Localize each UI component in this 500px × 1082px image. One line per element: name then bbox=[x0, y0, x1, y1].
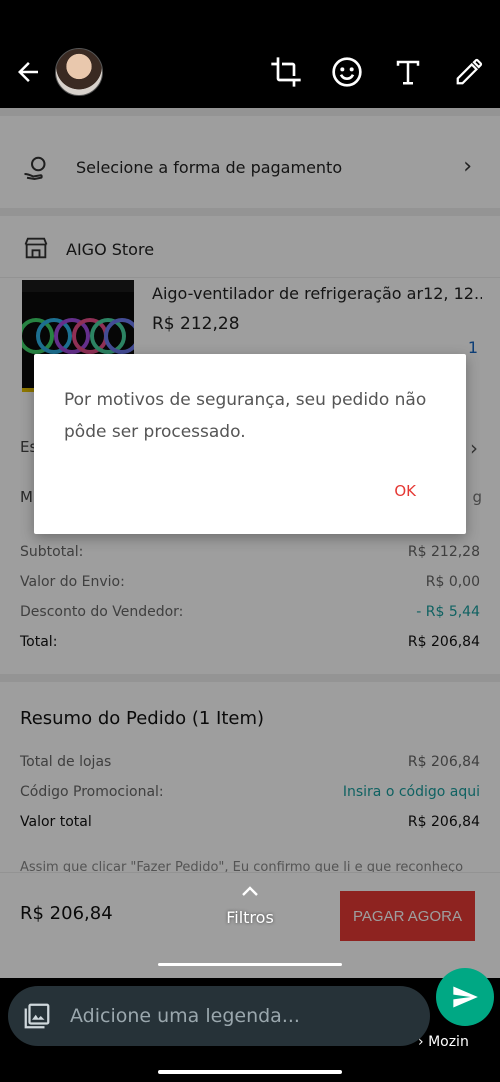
emoji-icon[interactable] bbox=[327, 52, 367, 92]
contact-avatar[interactable] bbox=[55, 48, 103, 96]
text-icon[interactable] bbox=[388, 52, 428, 92]
gallery-icon[interactable] bbox=[22, 1001, 52, 1031]
dialog-message: Por motivos de segurança, seu pedido não… bbox=[64, 390, 427, 442]
filters-button[interactable]: Filtros bbox=[210, 880, 290, 927]
chevron-right-icon: › bbox=[418, 1034, 429, 1050]
editor-toolbar bbox=[0, 0, 500, 108]
caption-input[interactable]: Adicione uma legenda... bbox=[8, 986, 430, 1046]
home-indicator bbox=[158, 1070, 342, 1074]
recipient-name: Mozin bbox=[428, 1034, 469, 1050]
send-button[interactable] bbox=[436, 968, 494, 1026]
error-dialog: Por motivos de segurança, seu pedido não… bbox=[34, 354, 466, 534]
send-icon bbox=[453, 986, 478, 1008]
ok-button[interactable]: OK bbox=[394, 482, 416, 500]
pencil-icon[interactable] bbox=[449, 52, 489, 92]
modal-overlay bbox=[0, 108, 500, 980]
arrow-left-icon[interactable] bbox=[8, 52, 48, 92]
drag-handle bbox=[158, 963, 342, 966]
filters-label: Filtros bbox=[226, 908, 274, 927]
recipient-chip[interactable]: › Mozin bbox=[418, 1034, 469, 1050]
crop-rotate-icon[interactable] bbox=[266, 52, 306, 92]
chevron-up-icon bbox=[210, 880, 290, 900]
caption-placeholder: Adicione uma legenda... bbox=[70, 1005, 300, 1027]
